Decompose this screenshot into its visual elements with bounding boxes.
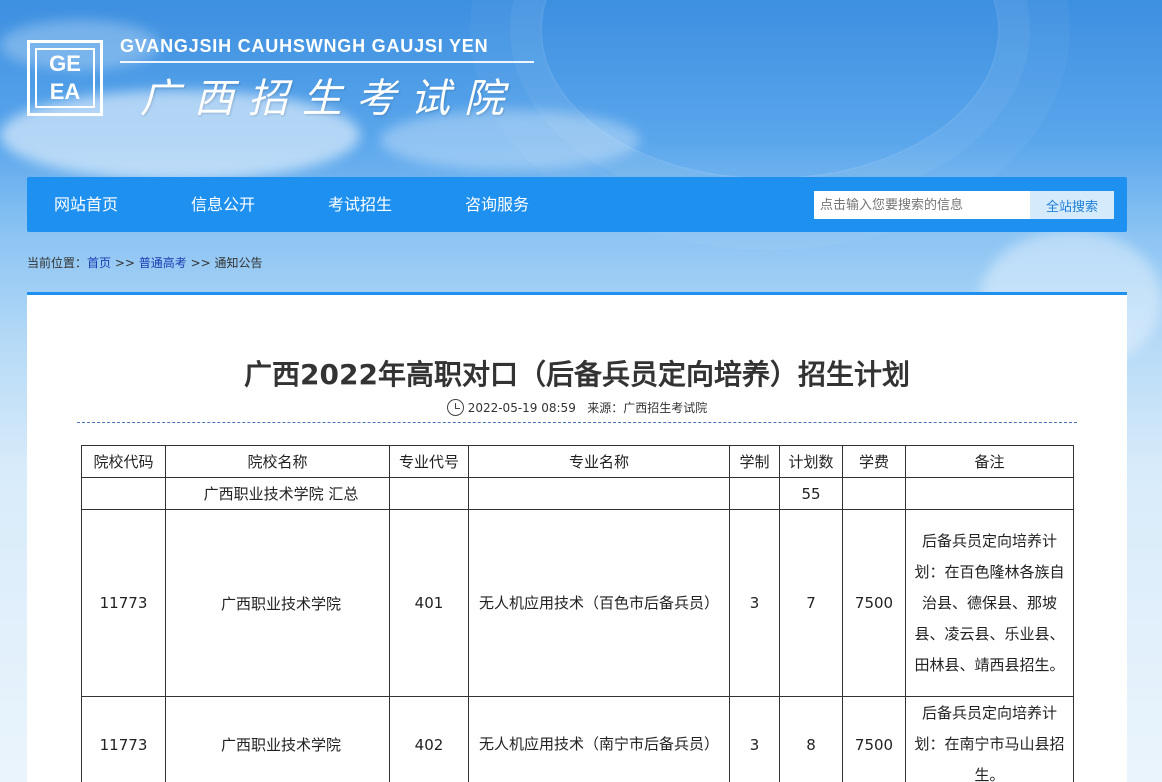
col-header-plan: 计划数 [779, 445, 843, 478]
main-nav: 网站首页 信息公开 考试招生 咨询服务 全站搜索 [27, 177, 1127, 232]
cell-school: 广西职业技术学院 [165, 696, 390, 782]
cell-fee [842, 477, 906, 510]
clock-icon [446, 399, 464, 416]
cell-major-code [389, 477, 469, 510]
breadcrumb-prefix: 当前位置： [27, 256, 88, 270]
article-meta: 2022-05-19 08:59 来源：广西招生考试院 [27, 399, 1127, 416]
cell-code: 11773 [81, 509, 166, 697]
cell-code [81, 477, 166, 510]
table-row-summary: 广西职业技术学院 汇总 55 [81, 477, 1074, 510]
article-panel: 广西2022年高职对口（后备兵员定向培养）招生计划 2022-05-19 08:… [27, 292, 1127, 782]
nav-item-consulting[interactable]: 咨询服务 [465, 177, 529, 232]
table-row: 11773 广西职业技术学院 402 无人机应用技术（南宁市后备兵员） 3 8 … [81, 696, 1074, 782]
table-header-row: 院校代码 院校名称 专业代号 专业名称 学制 计划数 学费 备注 [81, 445, 1074, 478]
site-logo[interactable]: GE EA [27, 40, 103, 116]
nav-item-info-disclosure[interactable]: 信息公开 [191, 177, 255, 232]
cell-years: 3 [729, 696, 780, 782]
search-input[interactable] [814, 191, 1030, 219]
col-header-major-name: 专业名称 [468, 445, 730, 478]
cell-plan: 55 [779, 477, 843, 510]
cell-major-code: 401 [389, 509, 469, 697]
breadcrumb-separator: >> [111, 256, 139, 270]
site-name: 广西招生考试院 [140, 76, 518, 122]
cell-major-code: 402 [389, 696, 469, 782]
cell-major [468, 477, 730, 510]
cell-plan: 7 [779, 509, 843, 697]
cell-note [905, 477, 1074, 510]
logo-letters-bottom: EA [49, 79, 81, 104]
col-header-school-code: 院校代码 [81, 445, 166, 478]
cell-note: 后备兵员定向培养计划：在南宁市马山县招生。 [905, 696, 1074, 782]
article-title: 广西2022年高职对口（后备兵员定向培养）招生计划 [244, 358, 910, 391]
cell-code: 11773 [81, 696, 166, 782]
logo-letters-top: GE [49, 51, 81, 76]
cell-school: 广西职业技术学院 [165, 509, 390, 697]
breadcrumb: 当前位置：首页 >> 普通高考 >> 通知公告 [27, 254, 263, 271]
col-header-major-code: 专业代号 [389, 445, 469, 478]
nav-item-home[interactable]: 网站首页 [54, 177, 118, 232]
table-row: 11773 广西职业技术学院 401 无人机应用技术（百色市后备兵员） 3 7 … [81, 509, 1074, 697]
cell-fee: 7500 [842, 509, 906, 697]
site-latin-name: GVANGJSIH CAUHSWNGH GAUJSI YEN [120, 36, 534, 63]
cell-years [729, 477, 780, 510]
cell-fee: 7500 [842, 696, 906, 782]
cell-school: 广西职业技术学院 汇总 [165, 477, 390, 510]
cell-years: 3 [729, 509, 780, 697]
enrollment-plan-table: 院校代码 院校名称 专业代号 专业名称 学制 计划数 学费 备注 广西职业技术学… [81, 445, 1074, 782]
logo-mark: GE EA [35, 48, 95, 108]
article-source-label: 来源： [587, 401, 624, 415]
breadcrumb-home-link[interactable]: 首页 [87, 256, 111, 270]
breadcrumb-current: 通知公告 [214, 256, 263, 270]
cell-note: 后备兵员定向培养计划：在百色隆林各族自治县、德保县、那坡县、凌云县、乐业县、田林… [905, 509, 1074, 697]
col-header-note: 备注 [905, 445, 1074, 478]
search-button[interactable]: 全站搜索 [1030, 191, 1114, 219]
title-divider [77, 422, 1077, 423]
cell-major: 无人机应用技术（南宁市后备兵员） [468, 696, 730, 782]
col-header-fee: 学费 [842, 445, 906, 478]
nav-item-exam-admission[interactable]: 考试招生 [328, 177, 392, 232]
article-date: 2022-05-19 08:59 [467, 401, 576, 415]
col-header-years: 学制 [729, 445, 780, 478]
breadcrumb-separator: >> [186, 256, 215, 270]
cell-plan: 8 [779, 696, 843, 782]
cell-major: 无人机应用技术（百色市后备兵员） [468, 509, 730, 697]
article-source: 广西招生考试院 [623, 401, 708, 415]
col-header-school-name: 院校名称 [165, 445, 390, 478]
breadcrumb-gaokao-link[interactable]: 普通高考 [139, 256, 187, 270]
